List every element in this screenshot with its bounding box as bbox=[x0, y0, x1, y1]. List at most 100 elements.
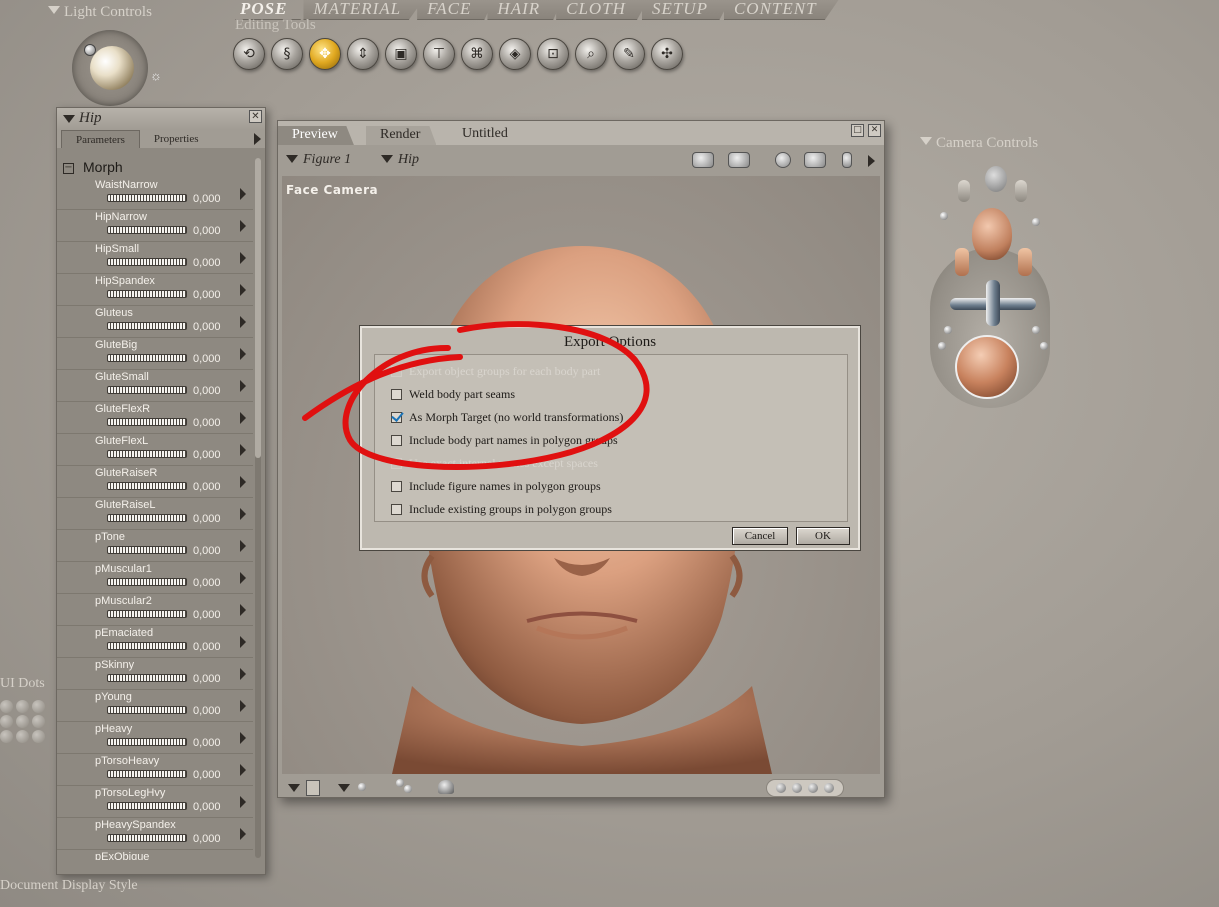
taper-icon[interactable]: ⊤ bbox=[423, 38, 455, 70]
parameter-menu-arrow-icon[interactable] bbox=[240, 412, 246, 424]
direct-manipulation-icon[interactable]: ✣ bbox=[651, 38, 683, 70]
parameter-dial[interactable] bbox=[107, 226, 187, 234]
parameter-row[interactable]: pExObique bbox=[57, 850, 253, 860]
rotate-icon[interactable]: ⟲ bbox=[233, 38, 265, 70]
parameter-row[interactable]: HipSpandex 0,000 bbox=[57, 274, 253, 306]
parameter-value[interactable]: 0,000 bbox=[193, 417, 221, 429]
parameter-value[interactable]: 0,000 bbox=[193, 289, 221, 301]
parameter-row[interactable]: pHeavy 0,000 bbox=[57, 722, 253, 754]
display-menu-icon[interactable] bbox=[288, 784, 300, 792]
left-hand-camera-icon[interactable] bbox=[955, 248, 969, 276]
parameter-menu-arrow-icon[interactable] bbox=[240, 252, 246, 264]
ui-dot[interactable] bbox=[32, 715, 45, 728]
maximize-icon[interactable]: □ bbox=[851, 124, 864, 137]
shadow-menu-icon[interactable] bbox=[338, 784, 350, 792]
move-y-handle[interactable] bbox=[986, 280, 1000, 326]
grouping-icon[interactable]: ⊡ bbox=[537, 38, 569, 70]
parameter-menu-arrow-icon[interactable] bbox=[240, 540, 246, 552]
ui-dot[interactable] bbox=[0, 730, 13, 743]
flyaround-icon[interactable] bbox=[940, 212, 948, 220]
room-tab-setup[interactable]: SETUP bbox=[641, 0, 730, 20]
parameter-row[interactable]: GluteSmall 0,000 bbox=[57, 370, 253, 402]
trackball-icon[interactable] bbox=[955, 335, 1019, 399]
light-controls-header[interactable]: Light Controls bbox=[48, 4, 152, 21]
parameter-dial[interactable] bbox=[107, 418, 187, 426]
sun-icon[interactable]: ☼ bbox=[150, 68, 162, 84]
collapse-icon[interactable]: − bbox=[63, 163, 74, 174]
parameter-dial[interactable] bbox=[107, 578, 187, 586]
tracking-dot[interactable] bbox=[824, 783, 834, 793]
ui-dot[interactable] bbox=[16, 700, 29, 713]
view-magnifier-icon[interactable]: ⌕ bbox=[575, 38, 607, 70]
camera-plane-icon[interactable] bbox=[1032, 326, 1040, 334]
twist-icon[interactable]: § bbox=[271, 38, 303, 70]
rotate-camera-icon[interactable] bbox=[775, 152, 791, 168]
parameter-value[interactable]: 0,000 bbox=[193, 769, 221, 781]
main-camera-head-icon[interactable] bbox=[972, 208, 1012, 260]
parameter-row[interactable]: pYoung 0,000 bbox=[57, 690, 253, 722]
parameter-value[interactable]: 0,000 bbox=[193, 801, 221, 813]
tracking-dot[interactable] bbox=[808, 783, 818, 793]
parameter-row[interactable]: GluteRaiseR 0,000 bbox=[57, 466, 253, 498]
parameter-value[interactable]: 0,000 bbox=[193, 577, 221, 589]
parameter-menu-arrow-icon[interactable] bbox=[240, 572, 246, 584]
parameter-row[interactable]: pHeavySpandex 0,000 bbox=[57, 818, 253, 850]
option-checkbox[interactable] bbox=[391, 503, 402, 515]
foreground-dots-icon[interactable] bbox=[396, 779, 404, 787]
ok-button[interactable]: OK bbox=[796, 527, 850, 545]
parameter-menu-arrow-icon[interactable] bbox=[240, 636, 246, 648]
parameter-menu-arrow-icon[interactable] bbox=[240, 732, 246, 744]
parameter-value[interactable]: 0,000 bbox=[193, 705, 221, 717]
dolly-icon[interactable] bbox=[1032, 218, 1040, 226]
tracking-dot[interactable] bbox=[776, 783, 786, 793]
parameter-menu-arrow-icon[interactable] bbox=[240, 700, 246, 712]
figure-selector[interactable]: Figure 1 bbox=[286, 152, 351, 168]
parameter-dial[interactable] bbox=[107, 354, 187, 362]
parameter-dial[interactable] bbox=[107, 802, 187, 810]
scale-camera-icon[interactable] bbox=[842, 152, 852, 168]
tab-preview[interactable]: Preview bbox=[278, 126, 354, 145]
shadow-color-icon[interactable] bbox=[358, 783, 366, 791]
parameter-row[interactable]: Gluteus 0,000 bbox=[57, 306, 253, 338]
close-icon[interactable]: ✕ bbox=[249, 110, 262, 123]
parameter-value[interactable]: 0,000 bbox=[193, 609, 221, 621]
tab-parameters[interactable]: Parameters bbox=[61, 130, 140, 148]
parameter-menu-arrow-icon[interactable] bbox=[240, 828, 246, 840]
light-position-handle[interactable] bbox=[84, 44, 96, 56]
morph-brush-icon[interactable]: ✎ bbox=[613, 38, 645, 70]
parameter-row[interactable]: GluteFlexL 0,000 bbox=[57, 434, 253, 466]
parameter-dial[interactable] bbox=[107, 194, 187, 202]
color-icon[interactable]: ◈ bbox=[499, 38, 531, 70]
cancel-button[interactable]: Cancel bbox=[732, 527, 788, 545]
right-hand-camera-icon[interactable] bbox=[1015, 180, 1027, 202]
parameters-scrollbar[interactable] bbox=[255, 158, 261, 858]
parameter-value[interactable]: 0,000 bbox=[193, 449, 221, 461]
camera-plane-icon[interactable] bbox=[1040, 342, 1048, 350]
parameter-value[interactable]: 0,000 bbox=[193, 321, 221, 333]
parameter-value[interactable]: 0,000 bbox=[193, 353, 221, 365]
camera-icon[interactable] bbox=[692, 152, 714, 168]
parameter-menu-arrow-icon[interactable] bbox=[240, 668, 246, 680]
parameter-dial[interactable] bbox=[107, 706, 187, 714]
parameter-value[interactable]: 0,000 bbox=[193, 545, 221, 557]
right-hand-camera-icon[interactable] bbox=[1018, 248, 1032, 276]
parameter-menu-arrow-icon[interactable] bbox=[240, 380, 246, 392]
translate-icon[interactable]: ✥ bbox=[309, 38, 341, 70]
parameter-row[interactable]: pTorsoLegHvy 0,000 bbox=[57, 786, 253, 818]
parameter-value[interactable]: 0,000 bbox=[193, 737, 221, 749]
parameter-menu-arrow-icon[interactable] bbox=[240, 316, 246, 328]
parameter-value[interactable]: 0,000 bbox=[193, 225, 221, 237]
parameter-value[interactable]: 0,000 bbox=[193, 193, 221, 205]
parameter-dial[interactable] bbox=[107, 546, 187, 554]
parameter-row[interactable]: pMuscular1 0,000 bbox=[57, 562, 253, 594]
parameter-menu-arrow-icon[interactable] bbox=[240, 604, 246, 616]
morph-group-header[interactable]: − Morph bbox=[57, 156, 253, 178]
parameter-dial[interactable] bbox=[107, 290, 187, 298]
move-camera-icon[interactable] bbox=[804, 152, 826, 168]
scale-icon[interactable]: ▣ bbox=[385, 38, 417, 70]
parameter-row[interactable]: GluteFlexR 0,000 bbox=[57, 402, 253, 434]
room-tab-cloth[interactable]: CLOTH bbox=[556, 0, 648, 20]
ui-dot[interactable] bbox=[32, 730, 45, 743]
scrollbar-thumb[interactable] bbox=[255, 158, 261, 458]
ui-dot[interactable] bbox=[16, 730, 29, 743]
